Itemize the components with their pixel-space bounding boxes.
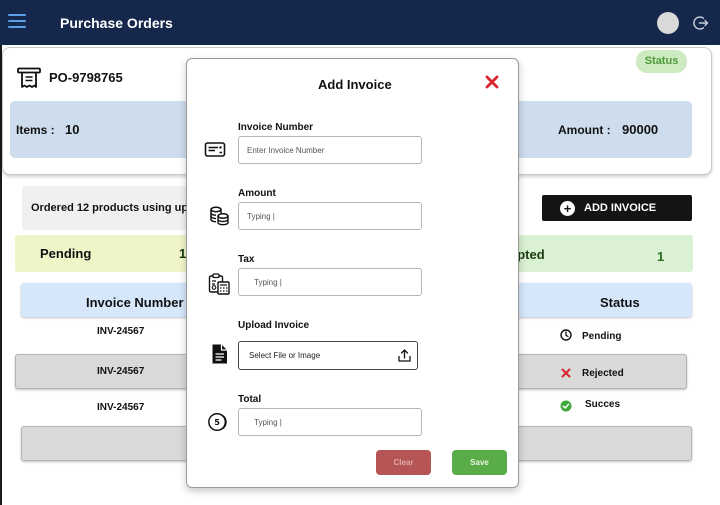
logout-icon[interactable] <box>693 15 709 31</box>
modal-title: Add Invoice <box>318 77 392 92</box>
table-cell-status: Rejected <box>582 368 624 379</box>
amount-label: Amount : <box>558 123 611 137</box>
table-cell-status: Pending <box>582 331 622 342</box>
green-check-icon <box>560 400 572 412</box>
column-header-status: Status <box>600 295 640 310</box>
add-invoice-button[interactable]: + ADD INVOICE <box>542 195 692 221</box>
amount-input[interactable] <box>238 202 422 230</box>
tax-input[interactable] <box>238 268 422 296</box>
column-header-invoice-number: Invoice Number <box>86 295 184 310</box>
invoice-number-label: Invoice Number <box>238 122 314 133</box>
clock-icon <box>560 329 572 341</box>
items-label: Items : <box>16 123 55 137</box>
red-x-icon <box>561 368 571 378</box>
save-button[interactable]: Save <box>452 450 507 475</box>
document-icon <box>212 344 227 364</box>
table-cell-invoice[interactable]: INV-24567 <box>97 402 144 413</box>
coin-5-icon: 5 <box>208 413 227 431</box>
upload-invoice-input[interactable]: Select File or Image <box>238 341 418 370</box>
upload-invoice-label: Upload Invoice <box>238 320 310 331</box>
pending-label: Pending <box>40 246 92 261</box>
upload-icon[interactable] <box>397 348 412 363</box>
status-badge: Status <box>636 50 687 73</box>
top-app-bar: Purchase Orders <box>0 0 720 45</box>
order-description: Ordered 12 products using upi p <box>31 202 201 214</box>
receipt-icon <box>17 67 41 88</box>
avatar[interactable] <box>657 12 679 34</box>
clear-button[interactable]: Clear <box>376 450 431 475</box>
accepted-count: 1 <box>657 249 665 264</box>
upload-placeholder: Select File or Image <box>249 351 321 360</box>
tax-calculator-icon <box>208 273 230 295</box>
coins-icon <box>210 206 229 226</box>
plus-circle-icon: + <box>560 201 575 216</box>
po-number: PO-9798765 <box>49 70 123 85</box>
invoice-number-input[interactable] <box>238 136 422 164</box>
amount-label: Amount <box>238 188 276 199</box>
total-input[interactable] <box>238 408 422 436</box>
total-label: Total <box>238 394 262 405</box>
table-cell-invoice[interactable]: INV-24567 <box>97 366 144 377</box>
id-card-icon <box>204 142 226 157</box>
page-title: Purchase Orders <box>60 15 173 31</box>
svg-text:5: 5 <box>214 417 220 427</box>
hamburger-menu-icon[interactable] <box>8 14 26 30</box>
table-cell-invoice[interactable]: INV-24567 <box>97 326 144 337</box>
close-icon[interactable] <box>484 74 500 90</box>
amount-value: 90000 <box>622 122 659 137</box>
add-invoice-label: ADD INVOICE <box>584 202 657 214</box>
items-value: 10 <box>65 122 80 137</box>
table-cell-status: Succes <box>585 399 621 410</box>
tax-label: Tax <box>238 254 255 265</box>
